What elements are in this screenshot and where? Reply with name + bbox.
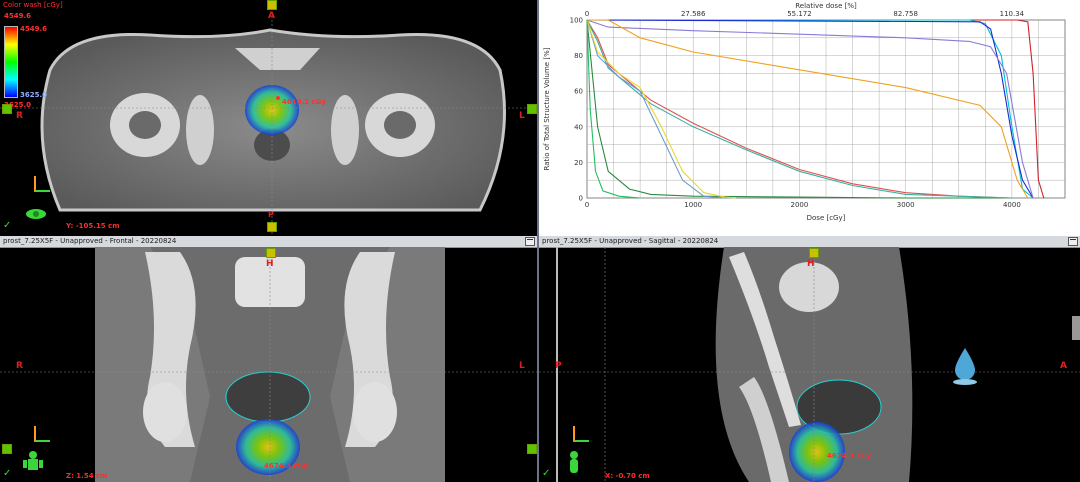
patient-frontal-icon — [23, 451, 43, 470]
dvh-top-tick-label: 110.34 — [1000, 10, 1025, 18]
color-wash-max-marker: 4549.6 — [20, 25, 48, 33]
water-drop-icon[interactable] — [949, 346, 981, 386]
axial-orient-anterior: A — [268, 11, 275, 21]
frontal-orient-head: H — [266, 259, 274, 269]
dvh-chart[interactable]: 0 1000 2000 3000 40000204060801000 27.586 55.1… — [539, 0, 1080, 236]
axial-dose-point — [276, 96, 280, 100]
sagittal-top-marker[interactable] — [809, 248, 819, 258]
color-wash-max-value: 4549.6 — [4, 12, 32, 20]
axial-orient-posterior: P — [268, 210, 274, 219]
dvh-x-tick-label: 2000 — [791, 201, 809, 209]
sagittal-scroll-handle[interactable] — [1072, 316, 1080, 340]
axial-bottom-marker[interactable] — [267, 222, 277, 232]
sagittal-maximize-button[interactable] — [1068, 237, 1078, 246]
axial-check-icon: ✓ — [3, 220, 12, 231]
axial-right-marker[interactable] — [527, 104, 537, 114]
dvh-y-tick-label: 40 — [574, 123, 583, 131]
sagittal-orient-head: H — [807, 259, 815, 269]
sagittal-orient-anterior: A — [1060, 361, 1067, 371]
sagittal-view[interactable]: prost_7.25X5F - Unapproved - Sagittal - … — [539, 236, 1080, 482]
axial-view[interactable]: Color wash [cGy] 4549.6 4549.6 3625.0 36… — [0, 0, 537, 236]
dvh-y-tick-label: 0 — [579, 195, 583, 203]
frontal-left-marker[interactable] — [2, 444, 12, 454]
axial-ct-image — [0, 0, 537, 236]
sagittal-ct-image — [539, 247, 1080, 482]
dvh-x-tick-label: 4000 — [1003, 201, 1021, 209]
color-wash-scale[interactable] — [4, 26, 18, 98]
dvh-top-tick-label: 55.172 — [787, 10, 812, 18]
frontal-orient-right: R — [16, 361, 23, 371]
frontal-view[interactable]: prost_7.25X5F - Unapproved - Frontal - 2… — [0, 236, 537, 482]
sagittal-dose-readout: 4674.3 cGy — [827, 452, 871, 460]
axial-orient-left: L — [519, 111, 525, 121]
dvh-y-tick-label: 80 — [574, 52, 583, 60]
patient-sagittal-icon — [570, 451, 578, 473]
axial-orientation-axes-icon — [34, 176, 50, 192]
frontal-ct-image — [0, 247, 537, 482]
dvh-x-axis-label: Dose [cGy] — [807, 214, 846, 222]
sagittal-image-area[interactable] — [539, 247, 1080, 482]
frontal-coordinate: Z: 1.54 cm — [66, 472, 108, 480]
frontal-right-marker[interactable] — [527, 444, 537, 454]
sagittal-orient-posterior: P — [555, 361, 562, 371]
axial-top-marker[interactable] — [267, 0, 277, 10]
color-wash-title: Color wash [cGy] — [3, 1, 63, 9]
dvh-top-tick-label: 0 — [585, 10, 589, 18]
patient-axial-icon — [26, 209, 46, 219]
sagittal-title: prost_7.25X5F - Unapproved - Sagittal - … — [542, 237, 719, 245]
sagittal-orientation-axes-icon — [573, 426, 589, 442]
dvh-top-tick-label: 82.758 — [893, 10, 918, 18]
dvh-y-tick-label: 100 — [570, 17, 583, 25]
dvh-x-tick-label: 3000 — [897, 201, 915, 209]
dvh-x-tick-label: 0 — [585, 201, 589, 209]
dvh-chart-panel[interactable]: 0 1000 2000 3000 4000 0 20 40 60 80 100 0 27.586 55.1… — [539, 0, 1080, 236]
frontal-top-marker[interactable] — [266, 248, 276, 258]
dvh-top-axis-label: Relative dose [%] — [795, 2, 857, 10]
sagittal-coordinate: X: -0.70 cm — [605, 472, 650, 480]
frontal-image-area[interactable] — [0, 247, 537, 482]
frontal-maximize-button[interactable] — [525, 237, 535, 246]
frontal-title: prost_7.25X5F - Unapproved - Frontal - 2… — [3, 237, 177, 245]
dvh-y-tick-label: 60 — [574, 88, 583, 96]
sagittal-check-icon: ✓ — [542, 468, 551, 479]
axial-coordinate: Y: -105.15 cm — [66, 222, 120, 230]
frontal-check-icon: ✓ — [3, 468, 12, 479]
dvh-y-tick-label: 20 — [574, 159, 583, 167]
color-wash-min-marker: 3625.0 — [20, 91, 48, 99]
axial-dose-readout: 4610.1 cGy — [282, 98, 326, 106]
dvh-top-tick-label: 27.586 — [681, 10, 706, 18]
frontal-orientation-axes-icon — [34, 426, 50, 442]
axial-left-marker[interactable] — [2, 104, 12, 114]
axial-orient-right: R — [16, 111, 23, 121]
dvh-y-axis-label: Ratio of Total Structure Volume [%] — [543, 47, 551, 170]
frontal-orient-left: L — [519, 361, 525, 371]
dvh-x-tick-label: 1000 — [684, 201, 702, 209]
frontal-dose-readout: 4674.3 cGy — [264, 462, 308, 470]
